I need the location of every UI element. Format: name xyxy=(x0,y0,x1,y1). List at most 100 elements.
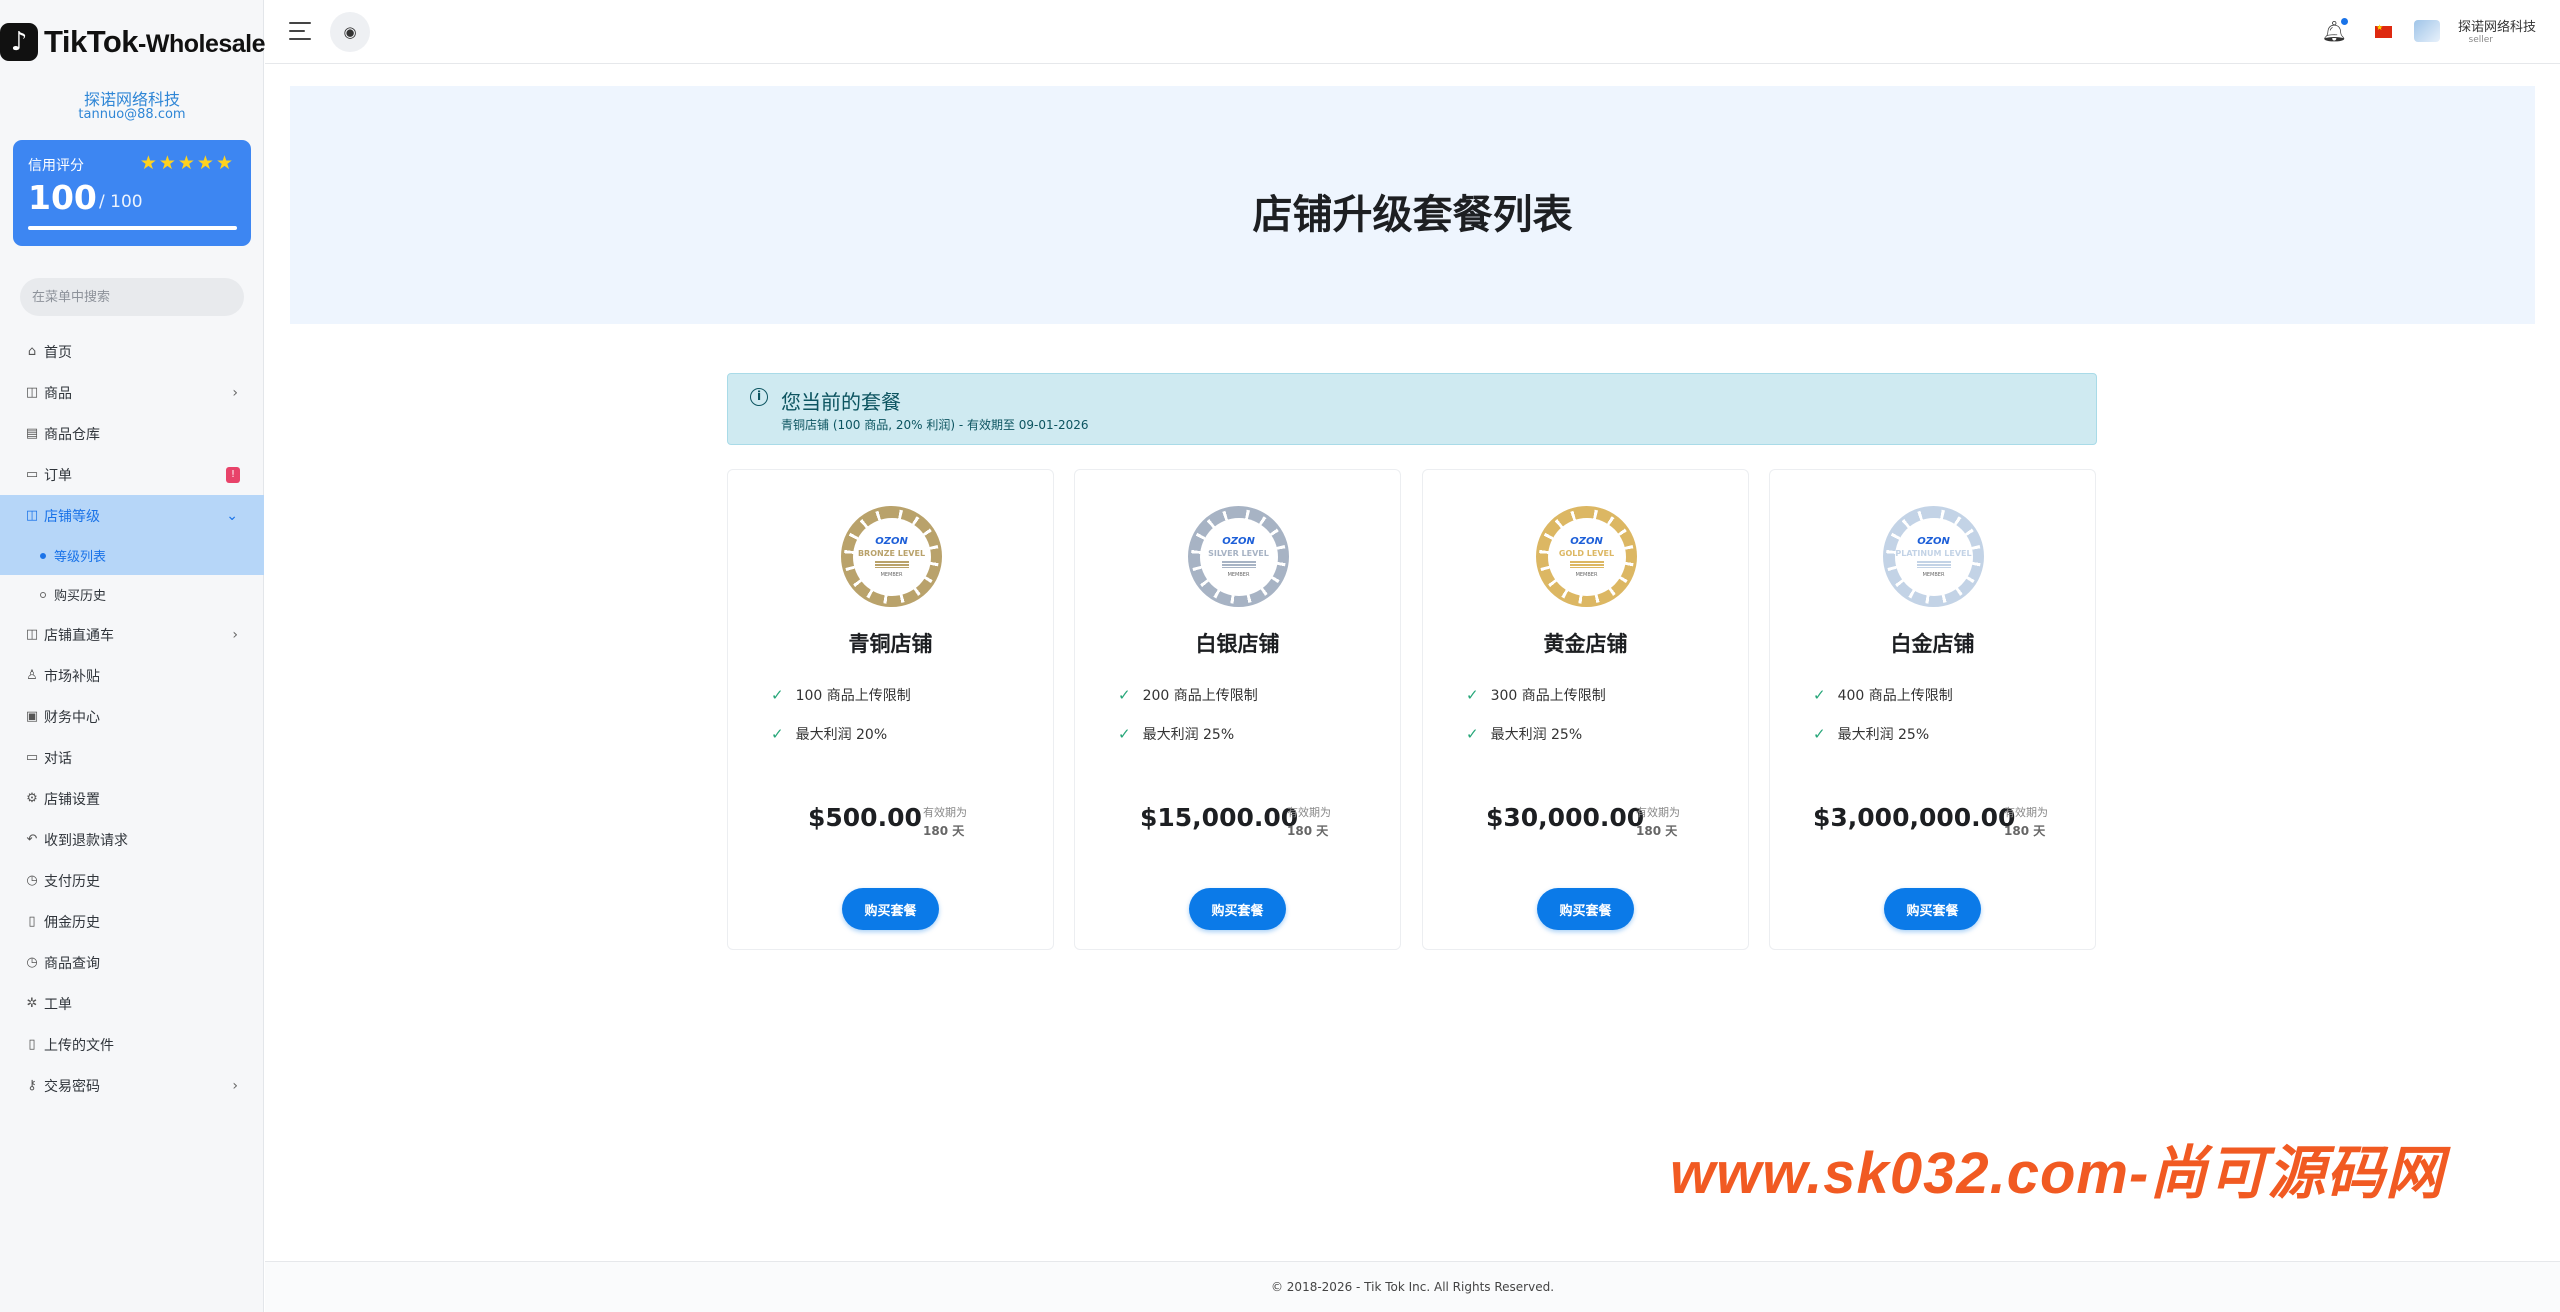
sidebar-item-15[interactable]: ◷ 商品查询 xyxy=(0,942,264,983)
feature-text: 最大利润 20% xyxy=(795,727,888,743)
sidebar-item-label: 订单 xyxy=(44,467,72,484)
medal-member: MEMBER xyxy=(1922,571,1945,578)
bag-icon: ◫ xyxy=(25,627,39,642)
sidebar-item-9[interactable]: ▣ 财务中心 xyxy=(0,696,264,737)
level-medal-icon: OZON BRONZE LEVEL MEMBER xyxy=(841,506,942,607)
sidebar-item-0[interactable]: ⌂ 首页 xyxy=(0,331,264,372)
sidebar-item-7[interactable]: ◫ 店铺直通车 › xyxy=(0,614,264,655)
valid-days: 180 天 xyxy=(2004,824,2046,838)
medal-member: MEMBER xyxy=(1575,571,1598,578)
logo-text: TikTok xyxy=(44,24,139,59)
history-icon: ◷ xyxy=(26,873,38,888)
sidebar-item-6[interactable]: 购买历史 xyxy=(0,575,264,614)
credit-score: 100 xyxy=(28,178,97,217)
sidebar-item-11[interactable]: ⚙ 店铺设置 xyxy=(0,778,264,819)
check-icon: ✓ xyxy=(1118,725,1131,743)
chevron-right-icon: › xyxy=(232,384,238,401)
chat-icon: ▭ xyxy=(25,750,39,765)
sidebar-item-label: 商品 xyxy=(44,385,72,402)
menu-toggle-icon[interactable] xyxy=(289,20,313,42)
info-icon: i xyxy=(750,388,768,406)
sidebar-item-14[interactable]: ▯ 佣金历史 xyxy=(0,901,264,942)
feature-text: 100 商品上传限制 xyxy=(795,688,911,704)
sidebar-item-1[interactable]: ◫ 商品 › xyxy=(0,372,264,413)
document-icon: ▯ xyxy=(28,914,36,929)
sidebar-item-label: 店铺直通车 xyxy=(44,627,114,644)
plan-name: 白金店铺 xyxy=(1890,632,1975,656)
key-icon: ⚷ xyxy=(27,1078,37,1093)
sidebar-item-3[interactable]: ▭ 订单! xyxy=(0,454,264,495)
menu-search-input[interactable] xyxy=(20,278,244,316)
plan-card: OZON BRONZE LEVEL MEMBER 青铜店铺 ✓ 100 商品上传… xyxy=(727,469,1054,950)
buy-plan-button[interactable]: 购买套餐 xyxy=(1537,888,1634,930)
sidebar-item-17[interactable]: ▯ 上传的文件 xyxy=(0,1024,264,1065)
tiktok-logo-icon: ♪ xyxy=(0,23,38,61)
sidebar-item-5[interactable]: 等级列表 xyxy=(0,536,264,575)
buy-plan-button[interactable]: 购买套餐 xyxy=(1189,888,1286,930)
current-plan-description: 青铜店铺 (100 商品, 20% 利润) - 有效期至 09-01-2026 xyxy=(781,418,1089,432)
medal-member: MEMBER xyxy=(880,571,903,578)
bullet-icon xyxy=(40,552,46,559)
sidebar-item-label: 财务中心 xyxy=(44,709,100,726)
avatar[interactable] xyxy=(2414,20,2440,42)
plan-name: 黄金店铺 xyxy=(1543,632,1628,656)
sidebar-item-4[interactable]: ◫ 店铺等级 ⌄ xyxy=(0,495,264,536)
valid-days: 180 天 xyxy=(1287,824,1329,838)
medal-brand: OZON xyxy=(1570,535,1603,547)
plan-price: $500.00 xyxy=(808,803,922,832)
sidebar: ♪ TikTok-Wholesale 探诺网络科技 tannuo@88.com … xyxy=(0,0,266,1312)
check-icon: ✓ xyxy=(1466,686,1479,704)
order-badge: ! xyxy=(226,467,240,483)
buy-plan-button[interactable]: 购买套餐 xyxy=(1884,888,1981,930)
plan-feature: ✓ 400 商品上传限制 xyxy=(1813,685,1953,705)
sidebar-item-8[interactable]: ♙ 市场补贴 xyxy=(0,655,264,696)
refund-icon: ↶ xyxy=(26,832,38,847)
sidebar-item-2[interactable]: ▤ 商品仓库 xyxy=(0,413,264,454)
globe-icon[interactable]: ◉ xyxy=(330,12,370,52)
sidebar-menu: ⌂ 首页 ◫ 商品 › ▤ 商品仓库 ▭ 订单! ◫ 店铺等级 ⌄ 等级列表 购买历史 ◫ 店铺直通车 › ♙ 市场… xyxy=(0,331,264,1106)
feature-text: 400 商品上传限制 xyxy=(1837,688,1953,704)
sidebar-item-label: 上传的文件 xyxy=(44,1037,114,1054)
sidebar-item-12[interactable]: ↶ 收到退款请求 xyxy=(0,819,264,860)
watermark: www.sk032.com-尚可源码网 xyxy=(1670,1141,2445,1206)
plan-feature: ✓ 100 商品上传限制 xyxy=(771,685,911,705)
level-medal-icon: OZON SILVER LEVEL MEMBER xyxy=(1188,506,1289,607)
valid-label: 有效期为 xyxy=(2004,806,2048,819)
level-medal-icon: OZON PLATINUM LEVEL MEMBER xyxy=(1883,506,1984,607)
feature-text: 300 商品上传限制 xyxy=(1490,688,1606,704)
sidebar-item-label: 首页 xyxy=(44,344,72,361)
credit-progress-bar xyxy=(28,226,237,230)
medal-brand: OZON xyxy=(1222,535,1255,547)
sidebar-item-label: 店铺等级 xyxy=(44,508,100,525)
china-flag-icon[interactable] xyxy=(2375,23,2392,38)
warehouse-icon: ▤ xyxy=(25,426,39,441)
sidebar-item-18[interactable]: ⚷ 交易密码 › xyxy=(0,1065,264,1106)
logo[interactable]: ♪ TikTok-Wholesale xyxy=(0,22,266,62)
plan-feature: ✓ 300 商品上传限制 xyxy=(1466,685,1606,705)
valid-label: 有效期为 xyxy=(1636,806,1680,819)
valid-label: 有效期为 xyxy=(923,806,967,819)
feature-text: 最大利润 25% xyxy=(1490,727,1583,743)
chevron-down-icon: ⌄ xyxy=(226,507,238,524)
footer-copyright: © 2018-2026 - Tik Tok Inc. All Rights Re… xyxy=(1270,1280,1555,1294)
medal-brand: OZON xyxy=(875,535,908,547)
sidebar-item-10[interactable]: ▭ 对话 xyxy=(0,737,264,778)
order-icon: ▭ xyxy=(25,467,39,482)
notification-dot xyxy=(2341,18,2348,25)
gear-icon: ⚙ xyxy=(26,791,38,806)
user-role: seller xyxy=(2468,35,2493,45)
sidebar-item-label: 工单 xyxy=(44,996,72,1013)
valid-days: 180 天 xyxy=(923,824,965,838)
store-icon: ◫ xyxy=(25,508,39,523)
page-title: 店铺升级套餐列表 xyxy=(1252,192,1573,238)
sidebar-item-16[interactable]: ✲ 工单 xyxy=(0,983,264,1024)
bullet-icon xyxy=(40,591,46,598)
plan-price: $15,000.00 xyxy=(1140,803,1299,832)
plan-card: OZON GOLD LEVEL MEMBER 黄金店铺 ✓ 300 商品上传限制… xyxy=(1422,469,1749,950)
sidebar-item-label: 支付历史 xyxy=(44,873,100,890)
plan-feature: ✓ 最大利润 25% xyxy=(1466,724,1582,744)
user-name[interactable]: 探诺网络科技 xyxy=(2458,16,2536,35)
buy-plan-button[interactable]: 购买套餐 xyxy=(842,888,939,930)
profile-email: tannuo@88.com xyxy=(78,107,186,122)
sidebar-item-13[interactable]: ◷ 支付历史 xyxy=(0,860,264,901)
